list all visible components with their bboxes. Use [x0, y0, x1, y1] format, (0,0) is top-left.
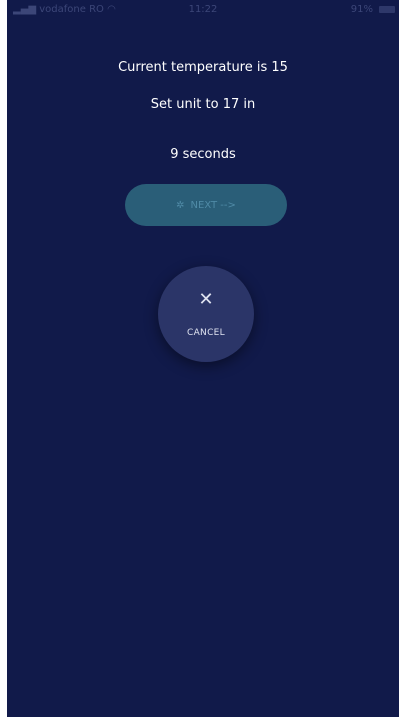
next-button[interactable]: ✲ NEXT --> — [125, 184, 287, 226]
cancel-button[interactable]: ✕ CANCEL — [158, 266, 254, 362]
countdown-text: 9 seconds — [170, 147, 236, 162]
close-icon: ✕ — [198, 289, 214, 310]
cancel-button-label: CANCEL — [187, 328, 225, 338]
app-screen: ▂▄▆ vodafone RO ◠ 11:22 91% Current temp… — [7, 0, 399, 717]
next-button-label: NEXT --> — [190, 199, 236, 211]
status-battery-percent: 91% — [350, 4, 373, 15]
battery-icon — [379, 6, 395, 13]
set-unit-text: Set unit to 17 in — [150, 97, 256, 112]
settings-icon: ✲ — [176, 199, 185, 211]
status-time: 11:22 — [188, 4, 218, 15]
current-temperature-text: Current temperature is 15 — [118, 60, 288, 75]
status-bar: ▂▄▆ vodafone RO ◠ 11:22 91% — [7, 0, 399, 22]
